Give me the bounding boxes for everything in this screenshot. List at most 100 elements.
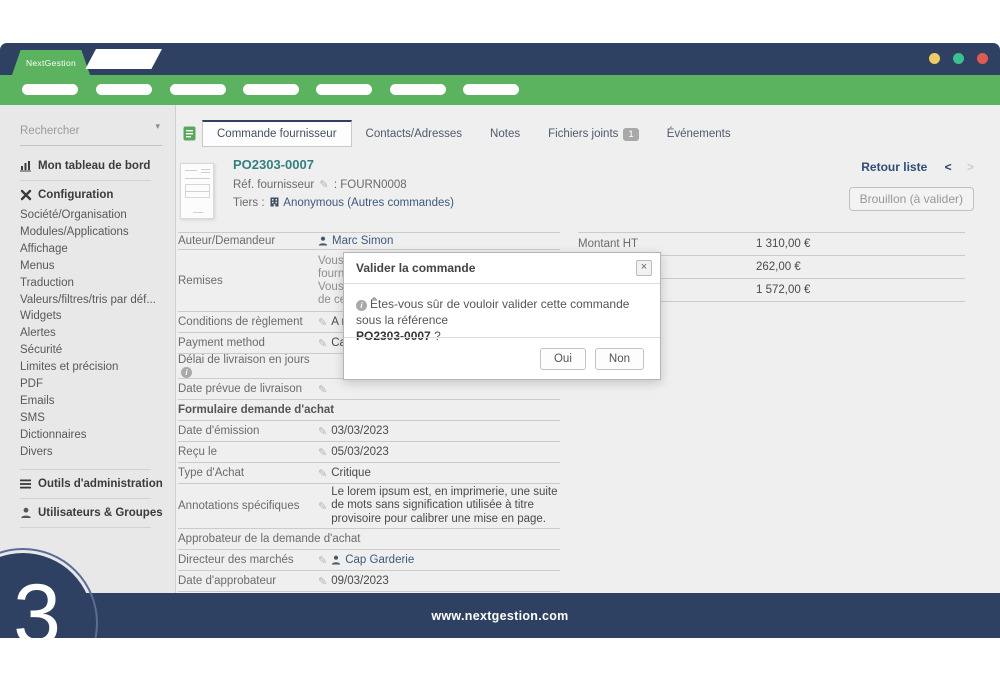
dialog-footer: Oui Non — [344, 337, 660, 379]
pencil-icon[interactable]: ✎ — [318, 337, 327, 350]
sidebar-item-dashboard[interactable]: Mon tableau de bord — [20, 160, 165, 172]
field-value: 05/03/2023 — [331, 446, 389, 458]
prev-record-arrow[interactable]: < — [945, 160, 952, 174]
amount-value: 1 310,00 € — [756, 238, 810, 250]
main-menu-bar — [0, 75, 1000, 105]
field-label: Date prévue de livraison — [178, 383, 318, 395]
info-icon: i — [356, 300, 367, 311]
table-row: Reçu le ✎ 05/03/2023 — [178, 442, 560, 463]
pencil-icon[interactable]: ✎ — [318, 554, 327, 567]
dot-yellow-icon[interactable] — [929, 53, 940, 64]
menu-pill-1[interactable] — [22, 84, 78, 95]
status-badge[interactable]: Brouillon (à valider) — [849, 187, 974, 211]
sidebar-item-widgets[interactable]: Widgets — [20, 308, 165, 325]
amount-label: Montant HT — [578, 238, 756, 250]
divider — [20, 469, 151, 470]
yes-button[interactable]: Oui — [540, 348, 586, 370]
pencil-icon[interactable]: ✎ — [319, 179, 328, 191]
document-thumbnail[interactable] — [180, 163, 214, 219]
step-number: 3 — [13, 572, 61, 638]
search-input[interactable] — [20, 125, 140, 137]
tab-commande-fournisseur[interactable]: Commande fournisseur — [202, 120, 352, 147]
sidebar-item-limites[interactable]: Limites et précision — [20, 359, 165, 376]
pencil-icon[interactable]: ✎ — [318, 467, 327, 480]
sidebar-item-configuration[interactable]: Configuration — [20, 189, 165, 201]
order-ref: PO2303-0007 — [233, 157, 454, 172]
thirdparty-link[interactable]: Anonymous (Autres commandes) — [283, 197, 454, 209]
sidebar-item-outils-admin[interactable]: Outils d'administration — [20, 478, 165, 490]
back-to-list-link[interactable]: Retour liste — [861, 160, 927, 174]
sidebar-item-sms[interactable]: SMS — [20, 410, 165, 427]
sidebar-item-modules[interactable]: Modules/Applications — [20, 224, 165, 241]
menu-pill-4[interactable] — [243, 84, 299, 95]
tab-fichiers-joints[interactable]: Fichiers joints 1 — [534, 121, 653, 147]
dot-red-icon[interactable] — [977, 53, 988, 64]
table-section-row: Formulaire demande d'achat — [178, 400, 560, 421]
field-label: Payment method — [178, 337, 318, 349]
sidebar-item-menus[interactable]: Menus — [20, 258, 165, 275]
logo-slab-shape — [85, 49, 162, 69]
field-label: Date d'émission — [178, 425, 318, 437]
menu-pill-7[interactable] — [463, 84, 519, 95]
sidebar-item-affichage[interactable]: Affichage — [20, 241, 165, 258]
pencil-icon[interactable]: ✎ — [318, 500, 327, 513]
dialog-message: iÊtes-vous sûr de vouloir valider cette … — [344, 284, 660, 344]
tab-notes[interactable]: Notes — [476, 121, 534, 147]
tab-evenements[interactable]: Événements — [653, 121, 745, 147]
user-icon — [20, 507, 32, 519]
no-button[interactable]: Non — [595, 348, 644, 370]
approver-link[interactable]: Cap Garderie — [345, 554, 414, 566]
sidebar-item-divers[interactable]: Divers — [20, 444, 165, 461]
attachment-count-badge: 1 — [623, 128, 638, 141]
app-window: NextGestion ▾ — [0, 43, 1000, 638]
author-link[interactable]: Marc Simon — [332, 235, 393, 247]
info-icon[interactable]: i — [181, 367, 192, 378]
field-label: Reçu le — [178, 446, 318, 458]
user-icon — [331, 555, 341, 565]
pencil-icon[interactable]: ✎ — [318, 316, 327, 329]
dot-green-icon[interactable] — [953, 53, 964, 64]
menu-pill-3[interactable] — [170, 84, 226, 95]
tab-bar: Commande fournisseur Contacts/Adresses N… — [183, 119, 745, 147]
field-label: Délai de livraison en jours — [178, 354, 310, 366]
pencil-icon[interactable]: ✎ — [318, 425, 327, 438]
table-row: Directeur des marchés ✎ Cap Garderie — [178, 550, 560, 571]
sidebar-item-securite[interactable]: Sécurité — [20, 342, 165, 359]
sidebar-item-utilisateurs[interactable]: Utilisateurs & Groupes — [20, 507, 165, 519]
order-banner: PO2303-0007 Réf. fournisseur ✎ : FOURN00… — [233, 157, 454, 209]
window-dots — [929, 53, 988, 64]
menu-pill-5[interactable] — [316, 84, 372, 95]
back-row: Retour liste < > — [849, 160, 974, 174]
sidebar-item-societe[interactable]: Société/Organisation — [20, 207, 165, 224]
top-bar: NextGestion — [0, 43, 1000, 75]
section-title: Formulaire demande d'achat — [178, 404, 334, 416]
separator: : — [334, 179, 337, 191]
list-icon — [20, 478, 32, 490]
field-value: 09/03/2023 — [331, 575, 389, 587]
sidebar-item-valeurs[interactable]: Valeurs/filtres/tris par déf... — [20, 292, 165, 309]
brand-logo: NextGestion — [12, 50, 90, 75]
field-label: Type d'Achat — [178, 467, 318, 479]
table-row: Date d'émission ✎03/03/2023 — [178, 421, 560, 442]
sidebar-item-alertes[interactable]: Alertes — [20, 325, 165, 342]
tab-contacts-adresses[interactable]: Contacts/Adresses — [352, 121, 477, 147]
pencil-icon[interactable]: ✎ — [318, 575, 327, 588]
supplier-ref-value: FOURN0008 — [340, 179, 406, 191]
pencil-icon[interactable]: ✎ — [318, 383, 327, 396]
sidebar-item-dictionnaires[interactable]: Dictionnaires — [20, 427, 165, 444]
field-label: Date d'approbateur — [178, 575, 318, 587]
chevron-down-icon[interactable]: ▾ — [155, 121, 160, 132]
sidebar-item-pdf[interactable]: PDF — [20, 376, 165, 393]
close-icon[interactable]: × — [636, 260, 652, 276]
menu-pill-2[interactable] — [96, 84, 152, 95]
sidebar-item-emails[interactable]: Emails — [20, 393, 165, 410]
field-value: Le lorem ipsum est, en imprimerie, une s… — [331, 486, 560, 527]
tab-label: Fichiers joints — [548, 128, 618, 140]
menu-pill-6[interactable] — [390, 84, 446, 95]
table-row: Date d'approbateur ✎ 09/03/2023 — [178, 571, 560, 592]
sidebar-item-traduction[interactable]: Traduction — [20, 275, 165, 292]
pencil-icon[interactable]: ✎ — [318, 446, 327, 459]
dialog-message-text: Êtes-vous sûr de vouloir valider cette c… — [356, 297, 629, 327]
thirdparty-label: Tiers : — [233, 197, 265, 209]
document-icon — [183, 126, 196, 141]
